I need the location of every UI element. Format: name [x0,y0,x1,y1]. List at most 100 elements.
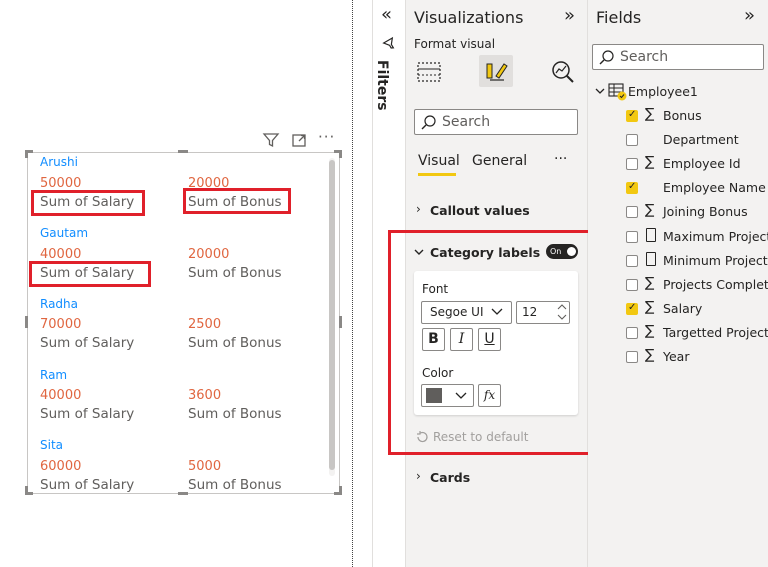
focus-mode-icon[interactable] [291,132,307,148]
highlight-box [183,188,291,214]
field-name[interactable]: Employee Id [663,156,741,171]
chevron-right-icon[interactable]: › [416,469,421,483]
sigma-icon: ∑ [645,275,655,291]
section-cards[interactable]: Cards [430,470,470,485]
collapse-filters-icon[interactable]: « [381,4,392,25]
search-icon [599,50,614,65]
highlight-box [29,261,151,287]
format-paintbrush-icon [486,63,508,81]
filters-label[interactable]: Filters [374,60,390,111]
salary-value: 70000 [40,317,82,332]
tab-general[interactable]: General [472,153,527,169]
salary-value: 60000 [40,459,82,474]
stepper-arrows-icon[interactable] [556,302,568,322]
field-checkbox[interactable] [626,351,638,363]
resize-handle[interactable] [25,316,28,328]
resize-handle[interactable] [339,486,342,494]
bonus-value: 5000 [188,459,222,474]
calculator-icon [646,228,656,242]
field-name[interactable]: Minimum Projects [663,253,768,268]
resize-handle[interactable] [178,492,188,495]
field-name[interactable]: Joining Bonus [663,204,748,219]
field-checkbox[interactable] [626,302,638,315]
sigma-icon: ∑ [645,154,655,170]
font-family-value: Segoe UI [430,305,484,319]
fields-title: Fields [596,8,642,27]
underline-button[interactable]: U [478,328,501,351]
field-name[interactable]: Projects Complet... [663,277,768,292]
section-category-labels[interactable]: Category labels [430,245,540,260]
expand-fields-icon[interactable]: » [744,5,755,26]
card-category: Gautam [40,226,89,240]
canvas-divider [352,0,353,567]
italic-button[interactable]: I [450,328,473,351]
visualizations-title: Visualizations [414,8,524,27]
field-checkbox[interactable] [626,134,638,146]
bonus-label: Sum of Bonus [188,477,282,493]
section-callout-values[interactable]: Callout values [430,203,530,218]
sigma-icon: ∑ [645,299,655,315]
highlight-box [31,190,145,216]
filter-funnel-icon [382,36,395,49]
bonus-value: 3600 [188,388,222,403]
sigma-icon: ∑ [645,323,655,339]
chevron-down-icon [455,392,467,399]
search-icon [421,115,436,130]
filter-icon[interactable] [262,132,280,148]
salary-value: 40000 [40,388,82,403]
sigma-icon: ∑ [645,202,655,218]
chevron-down-icon[interactable] [413,247,425,257]
bold-button[interactable]: B [422,328,445,351]
analytics-icon[interactable] [549,58,575,84]
field-checkbox[interactable] [626,327,638,339]
field-checkbox[interactable] [626,231,638,243]
fields-search-placeholder: Search [620,49,669,65]
salary-label: Sum of Salary [40,406,135,422]
field-checkbox[interactable] [626,158,638,170]
color-swatch [426,388,442,403]
field-checkbox[interactable] [626,279,638,291]
fields-search-input[interactable] [592,44,764,70]
field-checkbox[interactable] [626,181,638,194]
table-icon [608,83,627,101]
field-name[interactable]: Employee Name [663,180,766,195]
chevron-down-icon[interactable] [594,86,606,96]
bonus-label: Sum of Bonus [188,265,282,281]
card-scrollbar-thumb[interactable] [329,160,335,470]
field-checkbox[interactable] [626,255,638,267]
card-category: Radha [40,297,79,311]
conditional-format-fx-button[interactable]: fx [478,384,501,407]
resize-handle[interactable] [25,150,28,158]
field-name[interactable]: Bonus [663,108,702,123]
resize-handle[interactable] [25,486,28,494]
card-category: Arushi [40,155,78,169]
field-name[interactable]: Department [663,132,739,147]
expand-visualizations-icon[interactable]: » [564,5,575,26]
field-checkbox[interactable] [626,206,638,218]
tab-visual-underline [418,173,456,176]
toggle-knob [567,247,576,256]
reset-icon [417,431,428,443]
more-tabs-icon[interactable]: ··· [554,151,567,167]
visualizations-search-input[interactable] [414,109,578,135]
field-name[interactable]: Targetted Projects [663,325,768,340]
chevron-right-icon[interactable]: › [416,202,421,216]
sigma-icon: ∑ [645,106,655,122]
salary-label: Sum of Salary [40,335,135,351]
salary-value: 50000 [40,176,82,191]
field-name[interactable]: Maximum Projects [663,229,768,244]
reset-to-default-button[interactable]: Reset to default [433,430,528,444]
resize-handle[interactable] [339,150,342,158]
field-checkbox[interactable] [626,109,638,122]
field-name[interactable]: Year [663,349,689,364]
table-name[interactable]: Employee1 [628,84,698,99]
more-options-icon[interactable]: ··· [318,128,335,146]
color-label: Color [422,366,454,380]
resize-handle[interactable] [339,316,342,328]
card-category: Ram [40,368,68,382]
field-name[interactable]: Salary [663,301,702,316]
tab-visual[interactable]: Visual [418,153,460,169]
build-visual-icon[interactable] [417,60,443,84]
resize-handle[interactable] [178,150,188,153]
font-label: Font [422,282,449,296]
